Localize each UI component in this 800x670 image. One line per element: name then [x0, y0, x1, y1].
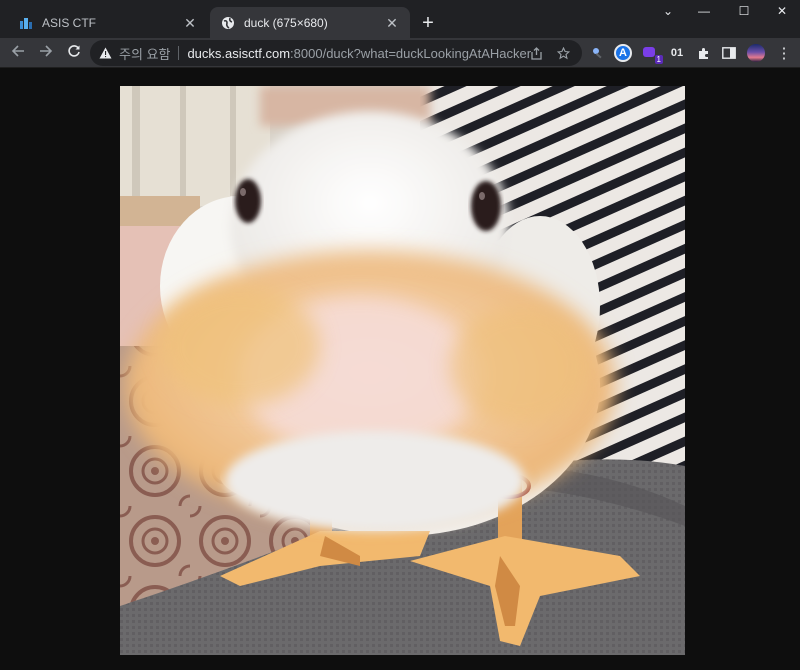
- url-path: :8000/duck?what=duckLookingAtAHacker: [290, 45, 532, 61]
- star-bookmark-icon[interactable]: [555, 45, 571, 61]
- page-viewport: [0, 69, 800, 670]
- purple-shape-icon: [643, 47, 655, 57]
- security-label[interactable]: 주의 요함: [119, 44, 170, 63]
- minimize-button[interactable]: —: [686, 0, 722, 22]
- extension-badge: 1: [654, 55, 663, 64]
- arrow-left-icon: [11, 45, 24, 57]
- close-window-button[interactable]: ✕: [764, 0, 800, 22]
- duck-photo: [120, 86, 685, 655]
- reload-icon: [68, 45, 80, 57]
- ext-01-icon[interactable]: 01: [667, 43, 687, 63]
- profile-avatar[interactable]: [746, 43, 766, 63]
- browser-window: ASIS CTF ✕ duck (675×680) ✕ + ⌄ — ☐ ✕ 주의…: [0, 0, 800, 670]
- arrow-right-icon: [40, 45, 53, 57]
- browser-toolbar: 주의 요함 ducks.asisctf.com:8000/duck?what=d…: [0, 38, 800, 68]
- divider: [178, 46, 180, 60]
- tab-duck[interactable]: duck (675×680) ✕: [210, 7, 410, 38]
- profile-letter: A: [614, 44, 632, 62]
- tab-asis-ctf[interactable]: ASIS CTF ✕: [8, 7, 208, 38]
- share-icon[interactable]: [528, 45, 544, 61]
- maximize-button[interactable]: ☐: [726, 0, 762, 22]
- globe-icon: [220, 15, 236, 31]
- tab-title: ASIS CTF: [42, 15, 97, 30]
- forward-button[interactable]: [34, 41, 58, 65]
- tab-title: duck (675×680): [244, 15, 328, 30]
- side-panel-icon[interactable]: [719, 43, 739, 63]
- extensions-puzzle-icon[interactable]: [693, 43, 713, 63]
- reload-button[interactable]: [62, 41, 86, 65]
- back-button[interactable]: [6, 41, 30, 65]
- extension-puzzle-piece-key-icon[interactable]: [588, 43, 608, 63]
- url-text[interactable]: ducks.asisctf.com:8000/duck?what=duckLoo…: [187, 46, 531, 61]
- url-host: ducks.asisctf.com: [187, 45, 291, 61]
- new-tab-button[interactable]: +: [416, 12, 440, 36]
- tab-search-chevron-icon[interactable]: ⌄: [650, 0, 686, 22]
- close-tab-icon[interactable]: ✕: [384, 15, 400, 31]
- address-bar[interactable]: 주의 요함 ducks.asisctf.com:8000/duck?what=d…: [90, 40, 582, 66]
- warning-triangle-icon[interactable]: [99, 46, 113, 60]
- kebab-menu-icon[interactable]: ⋮: [774, 43, 794, 63]
- profile-avatar-extension[interactable]: A: [613, 43, 633, 63]
- asis-ctf-favicon-icon: [18, 15, 34, 31]
- duck-image: [120, 86, 685, 655]
- purple-extension-icon[interactable]: 1: [641, 43, 663, 64]
- tab-strip: ASIS CTF ✕ duck (675×680) ✕ + ⌄ — ☐ ✕: [0, 0, 800, 38]
- close-tab-icon[interactable]: ✕: [182, 15, 198, 31]
